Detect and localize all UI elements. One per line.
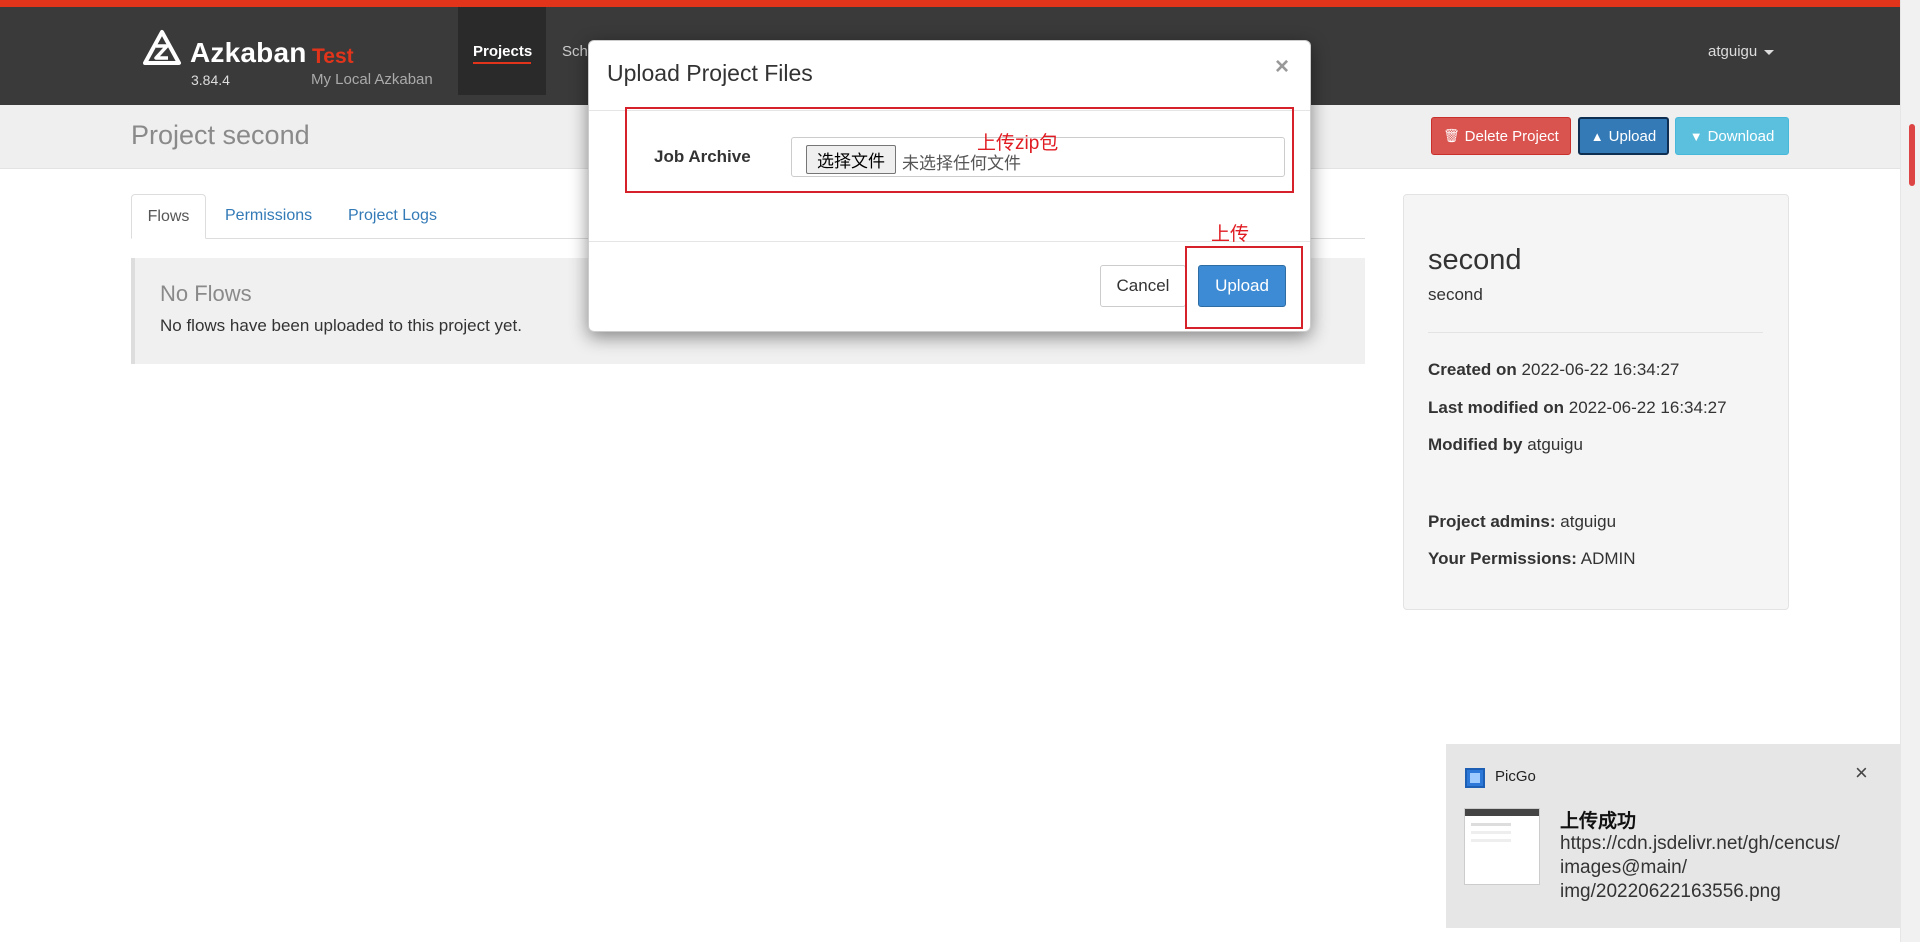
download-label: Download (1707, 127, 1775, 145)
last-modified-label: Last modified on (1428, 398, 1564, 417)
page-title: Project second (131, 120, 310, 150)
upload-label: Upload (1608, 127, 1657, 145)
project-admins-label: Project admins: (1428, 512, 1556, 531)
caret-down-icon (1764, 50, 1775, 55)
no-flows-title: No Flows (160, 281, 252, 306)
project-admins-value: atguigu (1560, 512, 1617, 531)
trash-icon: 🗑 (1443, 128, 1460, 143)
top-accent-stripe (0, 0, 1900, 7)
created-on-row: Created on 2022-06-22 16:34:27 (1428, 360, 1679, 380)
delete-project-label: Delete Project (1464, 127, 1559, 145)
tab-permissions[interactable]: Permissions (225, 207, 312, 225)
last-modified-value: 2022-06-22 16:34:27 (1568, 398, 1727, 417)
modified-by-value: atguigu (1527, 435, 1583, 454)
user-menu[interactable]: atguigu (1708, 43, 1775, 60)
azkaban-logo-icon[interactable] (142, 29, 182, 69)
notification-url-line-3: img/20220622163556.png (1560, 881, 1781, 902)
your-permissions-row: Your Permissions: ADMIN (1428, 549, 1636, 569)
cancel-button[interactable]: Cancel (1100, 265, 1186, 307)
notification-app-name: PicGo (1495, 768, 1536, 785)
download-button[interactable]: ▼ Download (1675, 117, 1789, 155)
nav-active-underline (473, 62, 531, 64)
project-name: second (1428, 244, 1522, 276)
your-permissions-value: ADMIN (1580, 549, 1636, 568)
nav-item-scheduling[interactable]: Sch (562, 43, 588, 60)
notification-thumbnail (1464, 808, 1540, 885)
modal-footer-divider (589, 241, 1310, 242)
your-permissions-label: Your Permissions: (1428, 549, 1577, 568)
panel-divider (1428, 332, 1763, 333)
modified-by-row: Modified by atguigu (1428, 435, 1583, 455)
user-name: atguigu (1708, 43, 1758, 60)
notification-title: 上传成功 (1560, 811, 1637, 832)
last-modified-row: Last modified on 2022-06-22 16:34:27 (1428, 398, 1727, 418)
notification-url-line-1: https://cdn.jsdelivr.net/gh/cencus/ (1560, 833, 1840, 854)
created-on-label: Created on (1428, 360, 1517, 379)
annotation-box-upload (1185, 246, 1303, 329)
notification-close-icon[interactable]: × (1855, 762, 1868, 784)
created-on-value: 2022-06-22 16:34:27 (1521, 360, 1680, 379)
annotation-upload-note: 上传 (1211, 224, 1250, 245)
tab-project-logs[interactable]: Project Logs (348, 207, 437, 225)
modal-title: Upload Project Files (607, 60, 813, 86)
brand-version: 3.84.4 (191, 72, 230, 88)
annotation-box-file-input (625, 107, 1294, 193)
tab-flows[interactable]: Flows (131, 194, 206, 239)
upload-circle-icon: ▲ (1590, 128, 1604, 144)
picgo-app-icon (1465, 768, 1485, 788)
brand-name[interactable]: Azkaban (190, 37, 307, 69)
no-flows-text: No flows have been uploaded to this proj… (160, 316, 522, 335)
project-admins-row: Project admins: atguigu (1428, 512, 1616, 532)
modified-by-label: Modified by (1428, 435, 1523, 454)
close-icon[interactable]: × (1275, 55, 1289, 79)
brand-subtitle: My Local Azkaban (311, 71, 433, 88)
notification-url-line-2: images@main/ (1560, 857, 1687, 878)
brand-env: Test (312, 45, 354, 68)
project-description: second (1428, 285, 1483, 304)
scrollbar-thumb[interactable] (1909, 124, 1915, 186)
notification-body: https://cdn.jsdelivr.net/gh/cencus/ imag… (1560, 832, 1885, 904)
download-circle-icon: ▼ (1689, 128, 1703, 144)
annotation-zip-note: 上传zip包 (977, 133, 1059, 154)
delete-project-button[interactable]: 🗑 Delete Project (1431, 117, 1571, 155)
upload-button[interactable]: ▲ Upload (1578, 117, 1669, 155)
nav-projects-label[interactable]: Projects (473, 43, 532, 60)
